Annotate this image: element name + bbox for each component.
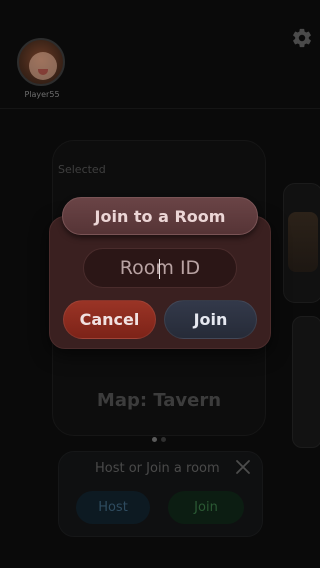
dialog-title: Join to a Room — [62, 197, 258, 235]
cancel-button[interactable]: Cancel — [63, 300, 156, 339]
carousel-dot — [152, 437, 157, 442]
carousel-indicator — [152, 437, 166, 442]
host-panel-title: Host or Join a room — [95, 461, 220, 476]
avatar-face — [29, 52, 57, 80]
join-button[interactable]: Join — [164, 300, 257, 339]
map-card-next-2[interactable] — [292, 316, 320, 448]
close-icon[interactable] — [234, 458, 252, 476]
host-button[interactable]: Host — [76, 491, 150, 524]
map-title: Map: Tavern — [96, 390, 222, 411]
join-panel-button[interactable]: Join — [168, 491, 244, 524]
room-id-field-wrapper[interactable] — [83, 248, 237, 288]
player-name: Player55 — [24, 90, 60, 99]
selected-label: Selected — [58, 163, 106, 176]
map-card-next[interactable] — [283, 183, 320, 303]
header-divider — [0, 108, 320, 109]
avatar[interactable] — [17, 38, 65, 86]
map-thumbnail — [288, 212, 318, 272]
room-id-input[interactable] — [90, 253, 230, 283]
text-caret — [159, 259, 160, 279]
gear-icon[interactable] — [291, 27, 313, 49]
carousel-dot — [161, 437, 166, 442]
